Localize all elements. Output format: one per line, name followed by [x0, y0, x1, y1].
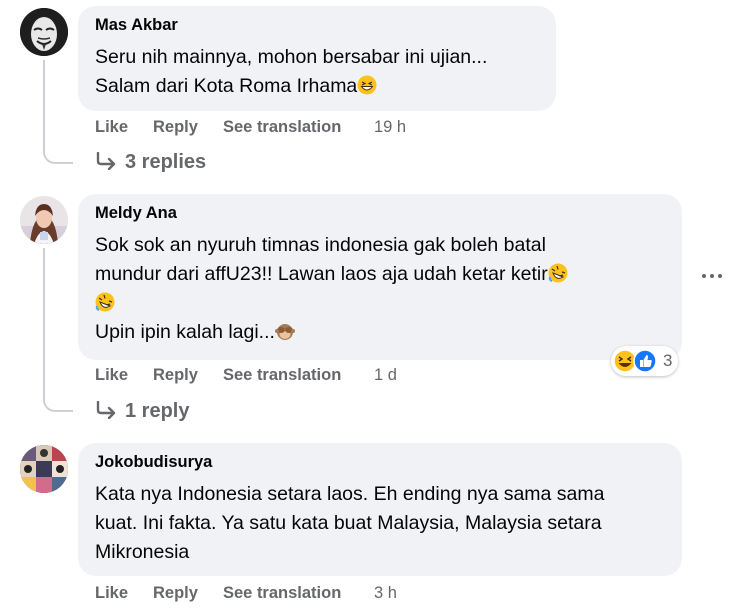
- comment-text: mundur dari affU23!! Lawan laos aja udah…: [95, 260, 568, 289]
- comment-author[interactable]: Meldy Ana: [95, 204, 177, 223]
- reaction-summary[interactable]: 3: [611, 346, 679, 376]
- comment-author[interactable]: Mas Akbar: [95, 16, 178, 35]
- comment-bubble: Jokobudisurya Kata nya Indonesia setara …: [78, 443, 682, 576]
- see-translation-button[interactable]: See translation: [223, 584, 341, 603]
- thread-connector: [43, 380, 73, 412]
- see-no-evil-monkey-emoji: [274, 324, 295, 340]
- like-reaction-icon: [633, 349, 657, 373]
- thread-line: [43, 60, 45, 140]
- reaction-count: 3: [663, 351, 673, 370]
- comment-line: Upin ipin kalah lagi...: [95, 321, 275, 343]
- avatar[interactable]: [20, 196, 68, 244]
- comment-timestamp[interactable]: 3 h: [374, 584, 397, 603]
- avatar[interactable]: [20, 8, 68, 56]
- reply-button[interactable]: Reply: [153, 366, 198, 385]
- like-button[interactable]: Like: [95, 584, 128, 603]
- replies-count: 1 reply: [125, 400, 190, 422]
- reply-button[interactable]: Reply: [153, 584, 198, 603]
- grinning-squint-emoji: [357, 75, 377, 95]
- rolling-laughing-emoji: [548, 263, 568, 283]
- comment-text: Sok sok an nyuruh timnas indonesia gak b…: [95, 231, 546, 260]
- like-button[interactable]: Like: [95, 118, 128, 137]
- comment-text: Seru nih mainnya, mohon bersabar ini uji…: [95, 43, 487, 72]
- comment-line: kuat. Ini fakta. Ya satu kata buat Malay…: [95, 512, 602, 534]
- comment-bubble: Mas Akbar Seru nih mainnya, mohon bersab…: [78, 6, 556, 111]
- view-replies-button[interactable]: 1 reply: [95, 400, 189, 423]
- comment-line: Salam dari Kota Roma Irhama: [95, 75, 358, 97]
- reply-arrow-icon: [96, 401, 116, 419]
- comment-timestamp[interactable]: 1 d: [374, 366, 397, 385]
- rolling-laughing-emoji: [95, 292, 115, 312]
- comment-author[interactable]: Jokobudisurya: [95, 453, 212, 472]
- more-options-icon[interactable]: [700, 268, 724, 284]
- see-translation-button[interactable]: See translation: [223, 366, 341, 385]
- comment-text: Upin ipin kalah lagi...: [95, 318, 295, 347]
- comment-bubble: Meldy Ana Sok sok an nyuruh timnas indon…: [78, 194, 682, 360]
- replies-count: 3 replies: [125, 151, 207, 173]
- reply-button[interactable]: Reply: [153, 118, 198, 137]
- comment-line: mundur dari affU23!! Lawan laos aja udah…: [95, 263, 548, 285]
- see-translation-button[interactable]: See translation: [223, 118, 341, 137]
- comment-line: Seru nih mainnya, mohon bersabar ini uji…: [95, 46, 488, 68]
- comment-text: Mikronesia: [95, 538, 189, 567]
- like-button[interactable]: Like: [95, 366, 128, 385]
- thread-connector: [43, 130, 73, 164]
- avatar[interactable]: [20, 445, 68, 493]
- comment-line: Mikronesia: [95, 541, 190, 563]
- comment-line: Kata nya Indonesia setara laos. Eh endin…: [95, 483, 605, 505]
- thread-line: [43, 248, 45, 388]
- comment-line: Sok sok an nyuruh timnas indonesia gak b…: [95, 234, 546, 256]
- comment-text: Salam dari Kota Roma Irhama: [95, 72, 377, 101]
- comment-text: kuat. Ini fakta. Ya satu kata buat Malay…: [95, 509, 602, 538]
- comment-text: Kata nya Indonesia setara laos. Eh endin…: [95, 480, 605, 509]
- view-replies-button[interactable]: 3 replies: [95, 151, 206, 174]
- comment-text: [95, 289, 115, 318]
- reply-arrow-icon: [96, 152, 116, 170]
- comment-timestamp[interactable]: 19 h: [374, 118, 406, 137]
